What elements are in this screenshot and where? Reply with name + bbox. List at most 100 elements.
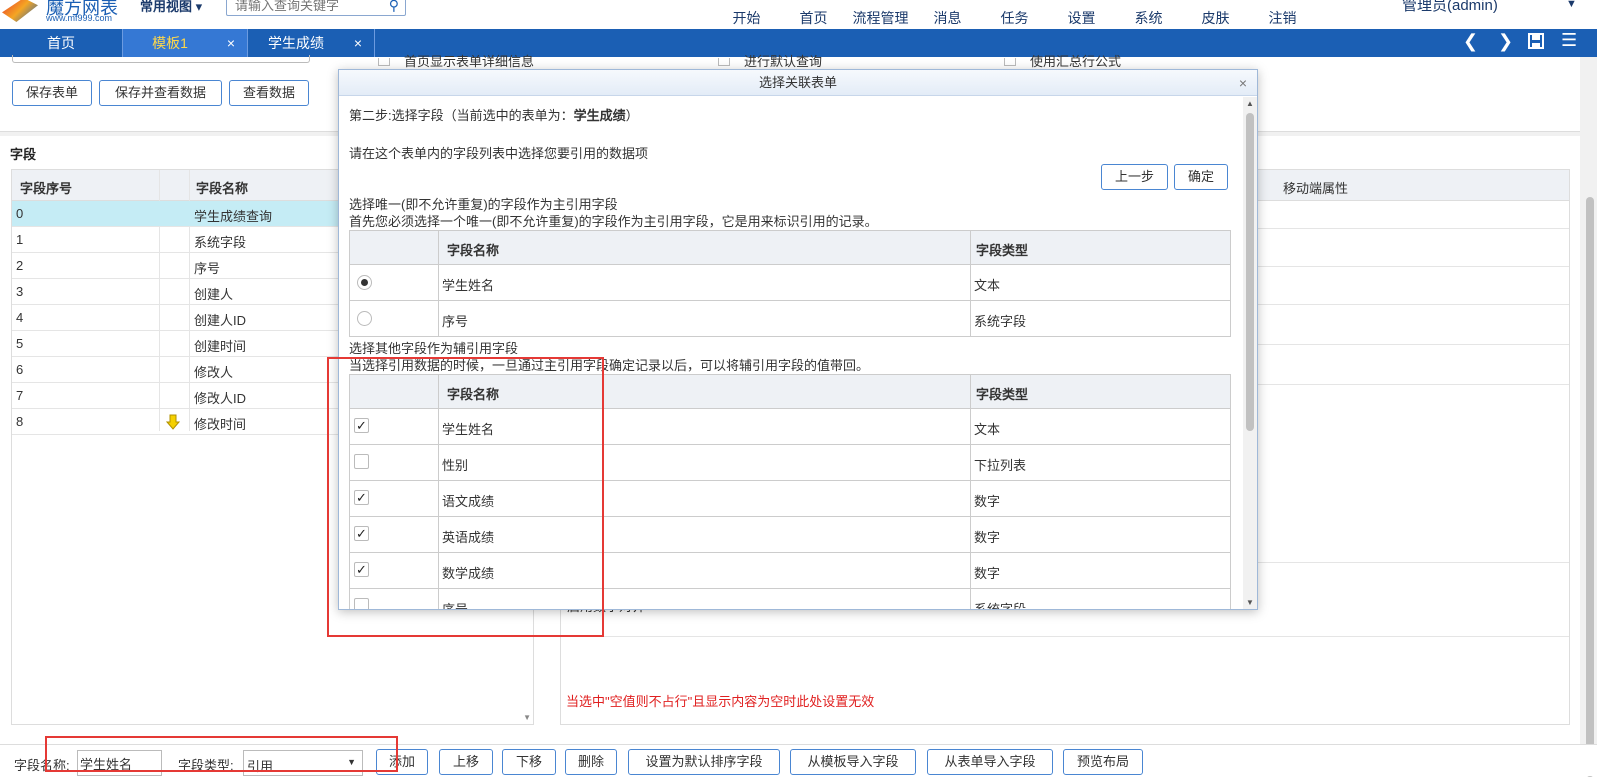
logo[interactable]: 魔方网表 www.mf999.com: [0, 0, 130, 28]
set-default-sort-button[interactable]: 设置为默认排序字段: [628, 749, 780, 775]
row-field-name: 性别: [442, 458, 469, 473]
close-icon[interactable]: ×: [1239, 70, 1247, 96]
admin-user[interactable]: 管理员(admin): [1402, 0, 1498, 15]
tab-template1[interactable]: 模板1 ×: [122, 29, 248, 57]
arrow-down-icon[interactable]: [162, 412, 190, 432]
field-edit-bar: 字段名称: 字段类型: 引用 ▼ 添加 上移 下移 删除 设置为默认排序字段 从…: [0, 744, 1597, 776]
view-data-button[interactable]: 查看数据: [229, 80, 309, 106]
hidden-select[interactable]: [12, 55, 310, 63]
row-field-name: 英语成绩: [442, 530, 495, 545]
row-field-name: 序号: [442, 314, 469, 329]
row-field-name: 学生姓名: [442, 278, 495, 293]
nav-settings[interactable]: 设置: [1048, 0, 1115, 29]
top-nav: 开始 首页 流程管理 消息 任务 设置 系统 皮肤 注销: [713, 0, 1316, 29]
row-name: 系统字段: [194, 235, 247, 250]
close-icon[interactable]: ×: [354, 29, 362, 57]
row-field-name: 数学成绩: [442, 566, 495, 581]
primary-radio[interactable]: [357, 275, 372, 290]
caret-down-icon: ▼: [347, 757, 356, 767]
primary-radio[interactable]: [357, 311, 372, 326]
table-row[interactable]: 性别 下拉列表: [350, 445, 1230, 481]
secondary-checkbox[interactable]: [354, 454, 369, 469]
behind-option-2: 进行默认查询: [718, 51, 822, 70]
secondary-checkbox[interactable]: ✓: [354, 418, 369, 433]
search-box[interactable]: ⚲: [226, 0, 406, 16]
scroll-down-icon[interactable]: ▼: [1246, 598, 1254, 607]
save-form-button[interactable]: 保存表单: [12, 80, 92, 106]
tab-student-scores[interactable]: 学生成绩 ×: [248, 29, 374, 57]
table-row[interactable]: 学生姓名 文本: [350, 265, 1230, 301]
tab-home-label: 首页: [47, 35, 75, 51]
add-button[interactable]: 添加: [376, 749, 428, 775]
row-index: 7: [16, 388, 24, 403]
secondary-checkbox[interactable]: ✓: [354, 490, 369, 505]
common-view-menu[interactable]: 常用视图 ▾: [140, 0, 202, 15]
behind-option-1-label: 首页显示表单详细信息: [404, 54, 535, 69]
behind-option-2-label: 进行默认查询: [744, 54, 823, 69]
search-icon[interactable]: ⚲: [389, 0, 399, 14]
nav-messages[interactable]: 消息: [914, 0, 981, 29]
move-up-button[interactable]: 上移: [439, 749, 493, 775]
page-scrollbar[interactable]: [1583, 57, 1597, 777]
nav-workflow[interactable]: 流程管理: [847, 0, 914, 29]
search-input[interactable]: [235, 0, 385, 15]
import-from-form-button[interactable]: 从表单导入字段: [927, 749, 1053, 775]
top-header: 魔方网表 www.mf999.com 常用视图 ▾ ⚲ 开始 首页 流程管理 消…: [0, 0, 1597, 29]
dialog-body: 第二步:选择字段（当前选中的表单为：学生成绩） 请在这个表单内的字段列表中选择您…: [339, 97, 1244, 609]
scroll-up-icon[interactable]: ▲: [1246, 99, 1254, 108]
page-scrollbar-thumb[interactable]: [1586, 197, 1594, 777]
row-index: 0: [16, 206, 24, 221]
row-index: 1: [16, 232, 24, 247]
nav-start[interactable]: 开始: [713, 0, 780, 29]
nav-logout[interactable]: 注销: [1249, 0, 1316, 29]
row-name: 修改时间: [194, 417, 247, 432]
secondary-checkbox[interactable]: ✓: [354, 526, 369, 541]
behind-option-1: 首页显示表单详细信息: [378, 51, 534, 70]
row-name: 创建人: [194, 287, 234, 302]
confirm-button[interactable]: 确定: [1174, 164, 1228, 190]
common-view-label: 常用视图: [140, 0, 193, 14]
nav-home[interactable]: 首页: [780, 0, 847, 29]
table-row[interactable]: ✓ 语文成绩 数字: [350, 481, 1230, 517]
user-caret-icon[interactable]: ▼: [1566, 0, 1577, 10]
dialog-scrollbar-thumb[interactable]: [1246, 113, 1254, 431]
table-row[interactable]: 序号 系统字段: [350, 589, 1230, 609]
table-row[interactable]: ✓ 数学成绩 数字: [350, 553, 1230, 589]
dialog-titlebar[interactable]: 选择关联表单 ×: [339, 70, 1257, 96]
row-field-type: 数字: [974, 494, 1001, 509]
chevron-left-icon[interactable]: ❮: [1463, 31, 1478, 52]
chevron-right-icon[interactable]: ❯: [1498, 31, 1513, 52]
scroll-down-icon[interactable]: ▼: [523, 713, 531, 722]
col-field-name: 字段名称: [447, 387, 500, 402]
close-icon[interactable]: ×: [227, 29, 235, 57]
nav-skin[interactable]: 皮肤: [1182, 0, 1249, 29]
field-name-input[interactable]: [77, 750, 162, 776]
dialog-title: 选择关联表单: [758, 75, 837, 90]
row-field-name: 序号: [442, 599, 468, 609]
row-index: 6: [16, 362, 24, 377]
row-name: 创建人ID: [194, 313, 247, 328]
row-field-type: 数字: [974, 530, 1001, 545]
dialog-scrollbar[interactable]: ▲ ▼: [1243, 97, 1257, 609]
secondary-checkbox[interactable]: [354, 598, 369, 609]
secondary-checkbox[interactable]: ✓: [354, 562, 369, 577]
nav-tasks[interactable]: 任务: [981, 0, 1048, 29]
save-and-view-button[interactable]: 保存并查看数据: [99, 80, 222, 106]
tab-home[interactable]: 首页: [0, 29, 122, 57]
table-row[interactable]: 序号 系统字段: [350, 301, 1230, 337]
delete-button[interactable]: 删除: [565, 749, 617, 775]
import-from-template-button[interactable]: 从模板导入字段: [790, 749, 916, 775]
nav-system[interactable]: 系统: [1115, 0, 1182, 29]
secondary-field-desc: 当选择引用数据的时候，一旦通过主引用字段确定记录以后，可以将辅引用字段的值带回。: [349, 358, 870, 373]
warning-text: 当选中"空值则不占行"且显示内容为空时此处设置无效: [566, 694, 875, 709]
table-row[interactable]: ✓ 英语成绩 数字: [350, 517, 1230, 553]
menu-icon[interactable]: ☰: [1561, 30, 1577, 51]
behind-option-3-label: 使用汇总行公式: [1030, 54, 1122, 69]
table-row[interactable]: ✓ 学生姓名 文本: [350, 409, 1230, 445]
field-type-select[interactable]: 引用 ▼: [243, 750, 363, 776]
save-icon[interactable]: [1528, 33, 1544, 54]
move-down-button[interactable]: 下移: [502, 749, 556, 775]
prev-step-button[interactable]: 上一步: [1101, 164, 1168, 190]
logo-icon: [2, 0, 38, 22]
preview-layout-button[interactable]: 预览布局: [1063, 749, 1143, 775]
